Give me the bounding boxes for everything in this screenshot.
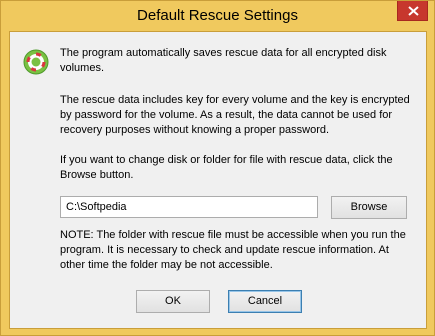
ok-button[interactable]: OK <box>136 290 210 313</box>
window-title: Default Rescue Settings <box>137 7 298 24</box>
browse-button[interactable]: Browse <box>331 196 407 219</box>
dialog-window: Default Rescue Settings The program auto… <box>0 0 435 336</box>
rescue-path-field[interactable]: C:\Softpedia <box>60 196 318 218</box>
lifebuoy-icon <box>23 49 49 75</box>
info-text-change-folder: If you want to change disk or folder for… <box>60 154 393 181</box>
close-button[interactable] <box>397 1 428 21</box>
close-icon <box>408 6 419 16</box>
note-text: NOTE: The folder with rescue file must b… <box>60 229 406 271</box>
title-bar[interactable]: Default Rescue Settings <box>1 1 434 31</box>
dialog-body: The program automatically saves rescue d… <box>9 31 427 329</box>
info-text-autosave: The program automatically saves rescue d… <box>60 47 387 74</box>
cancel-button[interactable]: Cancel <box>228 290 302 313</box>
info-text-rescue-data: The rescue data includes key for every v… <box>60 94 410 136</box>
